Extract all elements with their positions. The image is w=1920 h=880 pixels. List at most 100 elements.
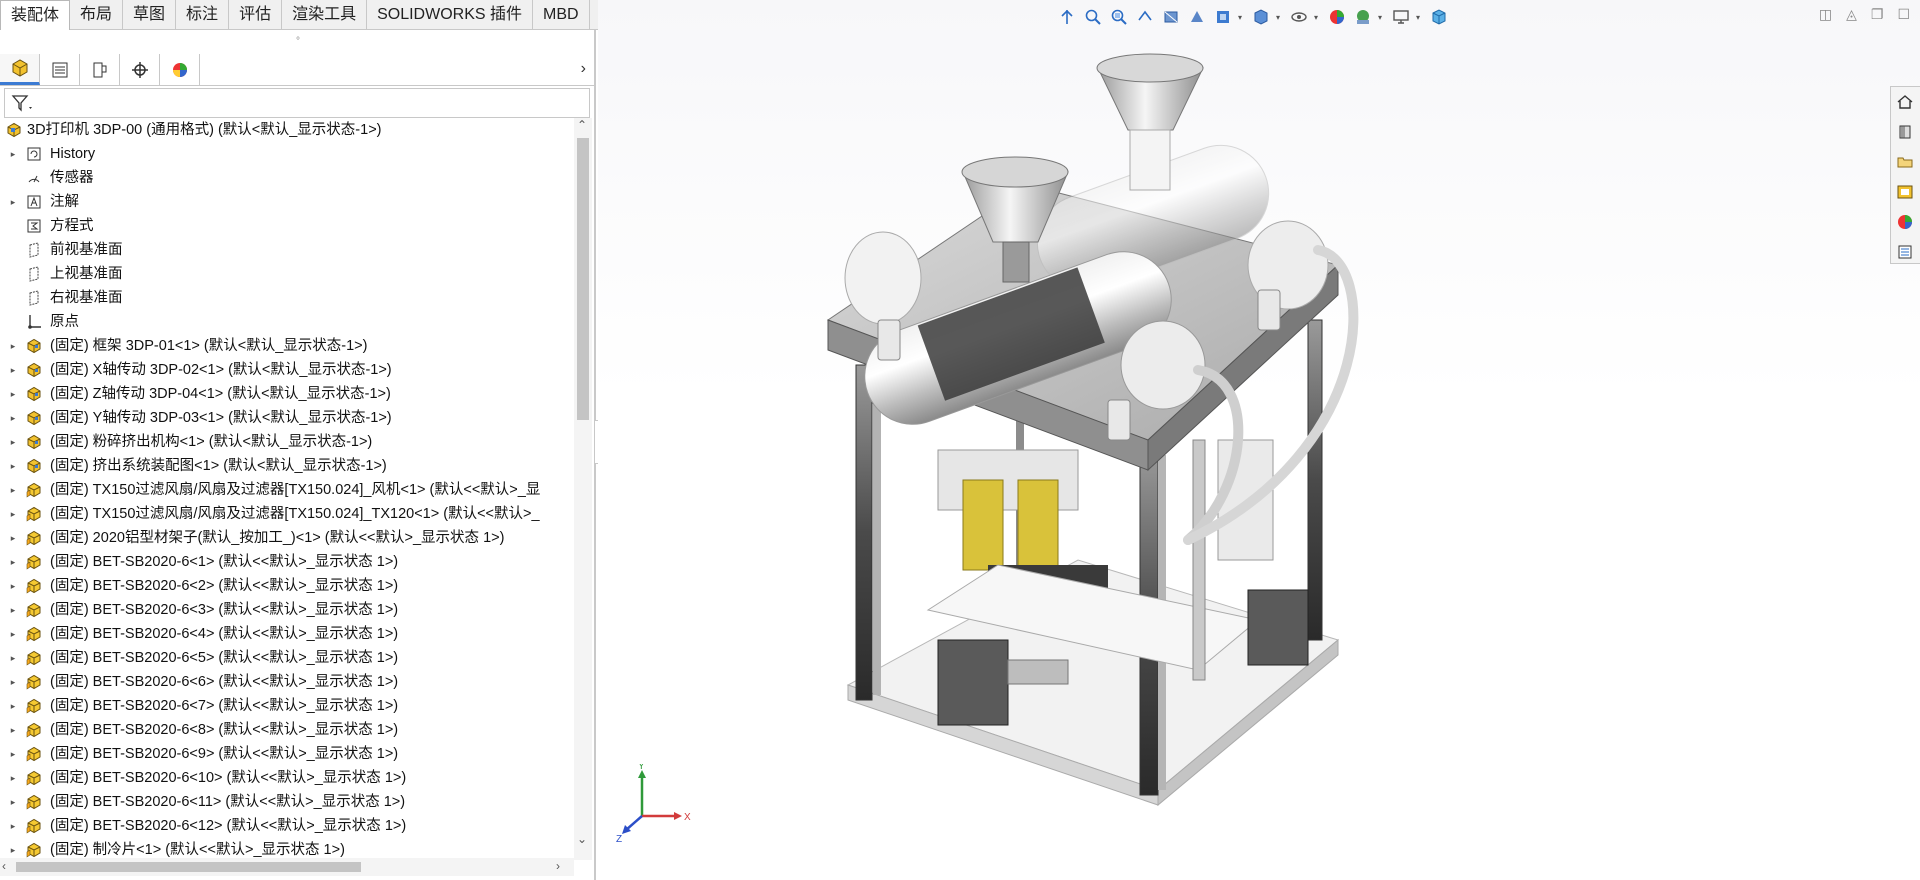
3d-printer-model[interactable] — [778, 20, 1498, 810]
command-tab[interactable]: MBD — [533, 0, 590, 30]
scroll-left-icon[interactable]: ‹ — [2, 859, 6, 873]
dimxpert-tab[interactable] — [120, 54, 160, 85]
tile-left-icon[interactable]: ◫ — [1819, 6, 1832, 23]
tree-item[interactable]: ▸ 注解 — [0, 190, 572, 214]
tree-item-label: (固定) BET-SB2020-6<6> (默认<<默认>_显示状态 1>) — [50, 674, 399, 690]
assembly-icon — [26, 338, 42, 354]
expand-arrow-icon[interactable]: ▸ — [8, 574, 18, 598]
expand-arrow-icon[interactable]: ▸ — [8, 502, 18, 526]
appearances-scenes-icon[interactable] — [1891, 207, 1919, 237]
featuremanager-tab[interactable] — [0, 54, 40, 85]
tree-item[interactable]: ▸ (固定) 框架 3DP-01<1> (默认<默认_显示状态-1>) — [0, 334, 572, 358]
tree-item[interactable]: ▸ (固定) BET-SB2020-6<2> (默认<<默认>_显示状态 1>) — [0, 574, 572, 598]
tree-item[interactable]: 前视基准面 — [0, 238, 572, 262]
expand-arrow-icon[interactable]: ▸ — [8, 598, 18, 622]
tree-item-label: 传感器 — [50, 170, 94, 186]
maximize-window-icon[interactable]: ☐ — [1897, 6, 1910, 23]
pane-grip[interactable]: ° — [0, 30, 594, 54]
tree-item[interactable]: ▸ (固定) BET-SB2020-6<7> (默认<<默认>_显示状态 1>) — [0, 694, 572, 718]
command-tab[interactable]: 草图 — [123, 0, 177, 30]
expand-arrow-icon[interactable]: ▸ — [8, 382, 18, 406]
tile-right-icon[interactable]: ◬ — [1846, 6, 1857, 23]
solidworks-resources-icon[interactable] — [1891, 87, 1919, 117]
expand-arrow-icon[interactable]: ▸ — [8, 454, 18, 478]
displaymanager-tab[interactable] — [160, 54, 200, 85]
file-explorer-icon[interactable] — [1891, 147, 1919, 177]
tree-item-label: (固定) 框架 3DP-01<1> (默认<默认_显示状态-1>) — [50, 338, 368, 354]
tree-item[interactable]: ▸ (固定) Y轴传动 3DP-03<1> (默认<默认_显示状态-1>) — [0, 406, 572, 430]
expand-arrow-icon[interactable]: ▸ — [8, 646, 18, 670]
expand-arrow-icon[interactable]: ▸ — [8, 694, 18, 718]
expand-arrow-icon[interactable]: ▸ — [8, 358, 18, 382]
tree-item[interactable]: ▸ (固定) BET-SB2020-6<3> (默认<<默认>_显示状态 1>) — [0, 598, 572, 622]
tree-item[interactable]: 方程式 — [0, 214, 572, 238]
expand-arrow-icon[interactable]: ▸ — [8, 622, 18, 646]
tree-item[interactable]: ▸ (固定) 2020铝型材架子(默认_按加工_)<1> (默认<<默认>_显示状… — [0, 526, 572, 550]
expand-arrow-icon[interactable]: ▸ — [8, 142, 18, 166]
tree-item[interactable]: ▸ (固定) TX150过滤风扇/风扇及过滤器[TX150.024]_风机<1> … — [0, 478, 572, 502]
scroll-up-icon[interactable]: ⌃ — [577, 118, 587, 132]
scroll-thumb[interactable] — [577, 138, 589, 420]
expand-arrow-icon[interactable]: ▸ — [8, 718, 18, 742]
tree-item[interactable]: ▸ (固定) BET-SB2020-6<1> (默认<<默认>_显示状态 1>) — [0, 550, 572, 574]
expand-arrow-icon[interactable]: ▸ — [8, 742, 18, 766]
tree-item[interactable]: 上视基准面 — [0, 262, 572, 286]
tree-root[interactable]: 3D打印机 3DP-00 (通用格式) (默认<默认_显示状态-1>) — [0, 118, 572, 142]
expand-arrow-icon[interactable]: ▸ — [8, 190, 18, 214]
expand-arrow-icon[interactable]: ▸ — [8, 790, 18, 814]
tree-item[interactable]: ▸ (固定) 挤出系统装配图<1> (默认<默认_显示状态-1>) — [0, 454, 572, 478]
tree-vertical-scrollbar[interactable]: ⌃ ⌄ — [574, 118, 592, 860]
tree-item[interactable]: ▸ History — [0, 142, 572, 166]
graphics-area[interactable]: ▾ ▾ ▾ ▾ ▾ ◫ ◬ ❐ ☐ Y X Z — [598, 0, 1920, 880]
scroll-down-icon[interactable]: ⌄ — [577, 832, 587, 846]
expand-arrow-icon[interactable]: ▸ — [8, 670, 18, 694]
expand-arrow-icon[interactable]: ▸ — [8, 814, 18, 838]
part-icon — [26, 626, 42, 642]
design-library-icon[interactable] — [1891, 117, 1919, 147]
chevron-right-icon[interactable]: › — [581, 60, 586, 78]
scroll-right-icon[interactable]: › — [556, 859, 560, 873]
tree-item[interactable]: ▸ (固定) BET-SB2020-6<6> (默认<<默认>_显示状态 1>) — [0, 670, 572, 694]
configurationmanager-tab[interactable] — [80, 54, 120, 85]
expand-arrow-icon[interactable]: ▸ — [8, 838, 18, 860]
tree-item[interactable]: ▸ (固定) BET-SB2020-6<4> (默认<<默认>_显示状态 1>) — [0, 622, 572, 646]
tree-item[interactable]: ▸ (固定) 制冷片<1> (默认<<默认>_显示状态 1>) — [0, 838, 572, 860]
view-palette-icon[interactable] — [1891, 177, 1919, 207]
command-tab[interactable]: 装配体 — [0, 0, 71, 30]
expand-arrow-icon[interactable]: ▸ — [8, 550, 18, 574]
tree-horizontal-scrollbar[interactable]: ‹ › — [0, 858, 574, 876]
tree-item[interactable]: ▸ (固定) BET-SB2020-6<12> (默认<<默认>_显示状态 1>) — [0, 814, 572, 838]
tree-item[interactable]: ▸ (固定) Z轴传动 3DP-04<1> (默认<默认_显示状态-1>) — [0, 382, 572, 406]
tree-item[interactable]: ▸ (固定) TX150过滤风扇/风扇及过滤器[TX150.024]_TX120<… — [0, 502, 572, 526]
expand-arrow-icon[interactable]: ▸ — [8, 478, 18, 502]
expand-arrow-icon[interactable]: ▸ — [8, 334, 18, 358]
propertymanager-tab[interactable] — [40, 54, 80, 85]
tree-item[interactable]: ▸ (固定) BET-SB2020-6<9> (默认<<默认>_显示状态 1>) — [0, 742, 572, 766]
tree-item[interactable]: 右视基准面 — [0, 286, 572, 310]
command-tab[interactable]: 渲染工具 — [282, 0, 368, 30]
expand-arrow-icon[interactable]: ▸ — [8, 430, 18, 454]
tree-item[interactable]: 原点 — [0, 310, 572, 334]
command-tab[interactable]: 标注 — [176, 0, 230, 30]
command-tab[interactable]: SOLIDWORKS 插件 — [367, 0, 534, 30]
command-tab[interactable]: 评估 — [229, 0, 283, 30]
tree-item[interactable]: ▸ (固定) BET-SB2020-6<11> (默认<<默认>_显示状态 1>) — [0, 790, 572, 814]
hscroll-thumb[interactable] — [16, 862, 361, 872]
tree-item[interactable]: ▸ (固定) X轴传动 3DP-02<1> (默认<默认_显示状态-1>) — [0, 358, 572, 382]
tree-item[interactable]: ▸ (固定) BET-SB2020-6<8> (默认<<默认>_显示状态 1>) — [0, 718, 572, 742]
expand-arrow-icon[interactable]: ▸ — [8, 766, 18, 790]
tree-item-label: (固定) 挤出系统装配图<1> (默认<默认_显示状态-1>) — [50, 458, 387, 474]
tree-item[interactable]: ▸ (固定) BET-SB2020-6<10> (默认<<默认>_显示状态 1>) — [0, 766, 572, 790]
assembly-icon — [26, 458, 42, 474]
tree-item[interactable]: ▸ (固定) BET-SB2020-6<5> (默认<<默认>_显示状态 1>) — [0, 646, 572, 670]
tree-filter-input[interactable] — [4, 88, 590, 118]
plane-icon — [26, 266, 42, 282]
expand-arrow-icon[interactable]: ▸ — [8, 406, 18, 430]
expand-arrow-icon[interactable]: ▸ — [8, 526, 18, 550]
command-manager-tabs: 装配体布局草图标注评估渲染工具SOLIDWORKS 插件MBD大工程师 — [0, 0, 675, 30]
restore-window-icon[interactable]: ❐ — [1871, 6, 1884, 23]
tree-item[interactable]: 传感器 — [0, 166, 572, 190]
custom-properties-icon[interactable] — [1891, 237, 1919, 267]
tree-item[interactable]: ▸ (固定) 粉碎挤出机构<1> (默认<默认_显示状态-1>) — [0, 430, 572, 454]
command-tab[interactable]: 布局 — [70, 0, 124, 30]
